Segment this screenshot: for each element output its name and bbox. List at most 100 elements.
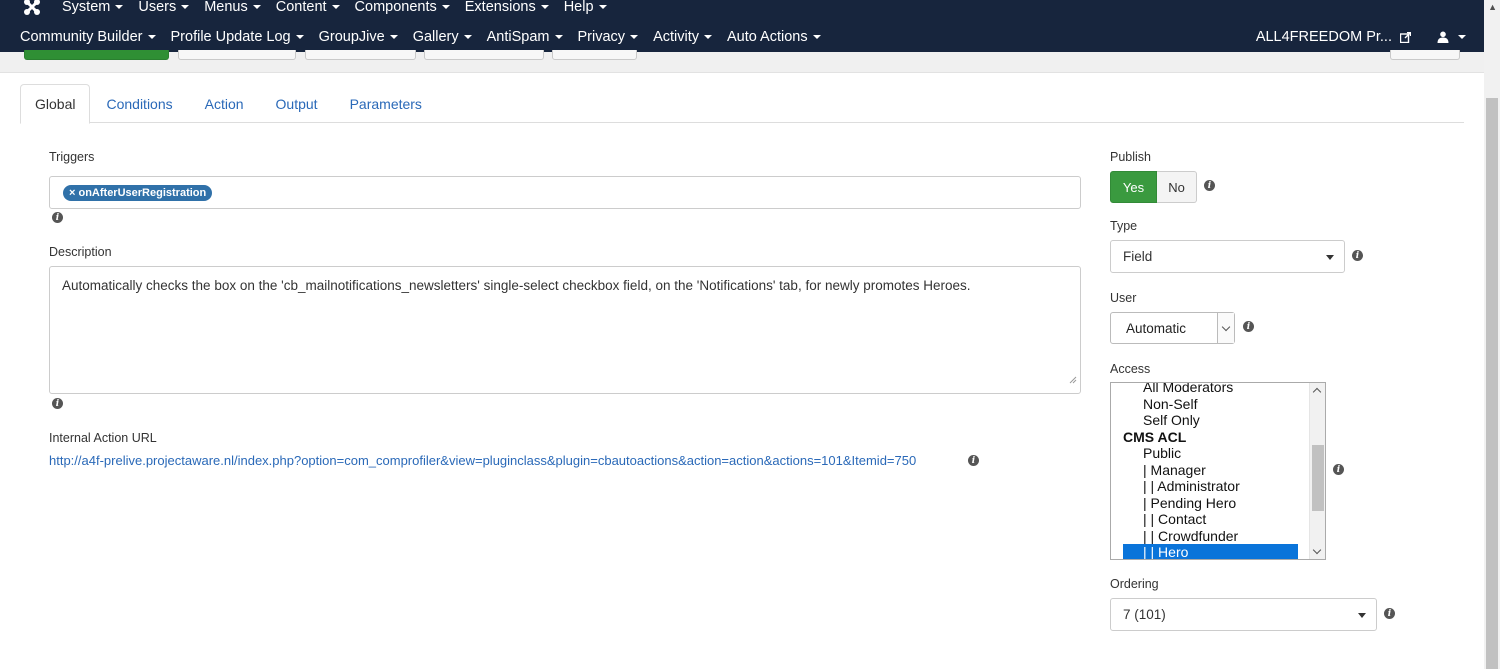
info-icon[interactable]: i bbox=[1333, 464, 1344, 475]
tab-output[interactable]: Output bbox=[260, 84, 334, 123]
user-icon bbox=[1437, 31, 1449, 43]
menu-label: Activity bbox=[653, 29, 699, 45]
scroll-up-icon[interactable] bbox=[1312, 387, 1322, 397]
access-option[interactable]: | | Crowdfunder bbox=[1123, 528, 1298, 545]
caret-down-icon bbox=[1358, 613, 1366, 618]
publish-label: Publish bbox=[1110, 150, 1151, 164]
info-icon[interactable]: i bbox=[1352, 250, 1363, 261]
ordering-select[interactable]: 7 (101) bbox=[1110, 598, 1377, 631]
menu-groupjive[interactable]: GroupJive bbox=[319, 29, 398, 45]
save-close-button[interactable] bbox=[178, 50, 296, 60]
menu-activity[interactable]: Activity bbox=[653, 29, 712, 45]
page-scroll-thumb[interactable] bbox=[1486, 98, 1498, 669]
info-icon[interactable]: i bbox=[52, 212, 63, 223]
description-text: Automatically checks the box on the 'cb_… bbox=[62, 278, 971, 293]
tab-conditions[interactable]: Conditions bbox=[90, 84, 188, 123]
menu-label: Menus bbox=[204, 0, 248, 15]
page-scrollbar[interactable]: ▲ bbox=[1484, 0, 1500, 669]
tab-global[interactable]: Global bbox=[20, 84, 91, 124]
info-icon[interactable]: i bbox=[968, 455, 979, 466]
chevron-down-icon bbox=[1458, 35, 1466, 39]
type-label: Type bbox=[1110, 219, 1138, 233]
publish-no-button[interactable]: No bbox=[1157, 171, 1197, 203]
listbox-scrollbar[interactable] bbox=[1309, 383, 1325, 559]
tab-action[interactable]: Action bbox=[189, 84, 260, 123]
publish-yes-button[interactable]: Yes bbox=[1110, 171, 1157, 203]
main-menu-row: System Users Menus Content Components Extensi… bbox=[18, 0, 622, 18]
joomla-logo-icon[interactable] bbox=[18, 0, 46, 18]
menu-auto-actions[interactable]: Auto Actions bbox=[727, 29, 821, 45]
chevron-down-icon bbox=[1217, 313, 1234, 343]
menu-gallery[interactable]: Gallery bbox=[413, 29, 472, 45]
view-site-link[interactable]: ALL4FREEDOM Pr... bbox=[1256, 29, 1411, 45]
access-option[interactable]: Public bbox=[1123, 445, 1298, 462]
trigger-tag[interactable]: × onAfterUserRegistration bbox=[63, 185, 213, 201]
scroll-down-icon[interactable] bbox=[1312, 545, 1322, 555]
caret-down-icon bbox=[812, 35, 821, 39]
resize-grip-icon[interactable] bbox=[1069, 373, 1077, 391]
caret-down-icon bbox=[703, 35, 712, 39]
menu-label: Help bbox=[563, 0, 594, 15]
components-menu-row: Community Builder Profile Update Log Group… bbox=[20, 26, 836, 48]
caret-down-icon bbox=[295, 35, 304, 39]
menu-label: GroupJive bbox=[318, 29, 385, 45]
access-option[interactable]: | | Contact bbox=[1123, 511, 1298, 528]
menu-label: Community Builder bbox=[20, 29, 143, 45]
menu-community-builder[interactable]: Community Builder bbox=[20, 29, 156, 45]
access-option[interactable]: Non-Self bbox=[1123, 396, 1298, 413]
triggers-input[interactable]: × onAfterUserRegistration bbox=[49, 176, 1081, 209]
access-option[interactable]: | Manager bbox=[1123, 462, 1298, 479]
caret-down-icon bbox=[540, 5, 549, 9]
menu-label: Users bbox=[138, 0, 177, 15]
menu-profile-update-log[interactable]: Profile Update Log bbox=[171, 29, 304, 45]
access-option[interactable]: | | Hero bbox=[1123, 544, 1298, 559]
info-icon[interactable]: i bbox=[1204, 180, 1215, 191]
type-select[interactable]: Field bbox=[1110, 240, 1345, 273]
help-button[interactable] bbox=[1390, 50, 1460, 60]
access-listbox[interactable]: All Moderators Non-Self Self Only CMS ACL Pu… bbox=[1110, 382, 1326, 560]
save-copy-button[interactable] bbox=[424, 50, 544, 60]
menu-help[interactable]: Help bbox=[564, 0, 607, 15]
caret-down-icon bbox=[463, 35, 472, 39]
menu-extensions[interactable]: Extensions bbox=[465, 0, 549, 15]
caret-down-icon bbox=[554, 35, 563, 39]
triggers-label: Triggers bbox=[49, 150, 95, 164]
menu-antispam[interactable]: AntiSpam bbox=[487, 29, 563, 45]
admin-navbar: System Users Menus Content Components Extensi… bbox=[0, 0, 1484, 52]
user-menu-button[interactable] bbox=[1437, 31, 1466, 43]
save-button[interactable] bbox=[24, 50, 169, 60]
caret-down-icon bbox=[1326, 255, 1334, 260]
site-name: ALL4FREEDOM Pr... bbox=[1255, 29, 1392, 45]
menu-content[interactable]: Content bbox=[276, 0, 340, 15]
info-icon[interactable]: i bbox=[1384, 608, 1395, 619]
description-textarea[interactable]: Automatically checks the box on the 'cb_… bbox=[49, 266, 1081, 394]
user-select[interactable]: Automatic bbox=[1110, 312, 1235, 344]
caret-down-icon bbox=[181, 5, 190, 9]
publish-toggle: Yes No bbox=[1110, 171, 1197, 203]
caret-down-icon bbox=[115, 5, 124, 9]
info-icon[interactable]: i bbox=[1243, 321, 1254, 332]
cancel-button[interactable] bbox=[552, 50, 637, 60]
description-label: Description bbox=[49, 245, 112, 259]
access-optgroup: CMS ACL bbox=[1123, 428, 1187, 445]
internal-action-url[interactable]: http://a4f-prelive.projectaware.nl/index… bbox=[49, 453, 916, 468]
save-new-button[interactable] bbox=[305, 50, 416, 60]
info-icon[interactable]: i bbox=[52, 398, 63, 409]
internal-url-label: Internal Action URL bbox=[49, 431, 157, 445]
caret-down-icon bbox=[389, 35, 398, 39]
menu-privacy[interactable]: Privacy bbox=[578, 29, 639, 45]
access-option[interactable]: | Pending Hero bbox=[1123, 495, 1298, 512]
menu-label: Components bbox=[354, 0, 437, 15]
menu-users[interactable]: Users bbox=[138, 0, 190, 15]
listbox-scroll-thumb[interactable] bbox=[1312, 445, 1324, 511]
menu-menus[interactable]: Menus bbox=[204, 0, 261, 15]
menu-label: AntiSpam bbox=[486, 29, 550, 45]
menu-system[interactable]: System bbox=[62, 0, 124, 15]
tab-parameters[interactable]: Parameters bbox=[334, 84, 438, 123]
access-option[interactable]: All Moderators bbox=[1123, 383, 1298, 396]
access-option[interactable]: | | Administrator bbox=[1123, 478, 1298, 495]
scroll-up-icon[interactable]: ▲ bbox=[1488, 2, 1497, 12]
caret-down-icon bbox=[598, 5, 607, 9]
menu-components[interactable]: Components bbox=[355, 0, 450, 15]
access-option[interactable]: Self Only bbox=[1123, 412, 1298, 429]
